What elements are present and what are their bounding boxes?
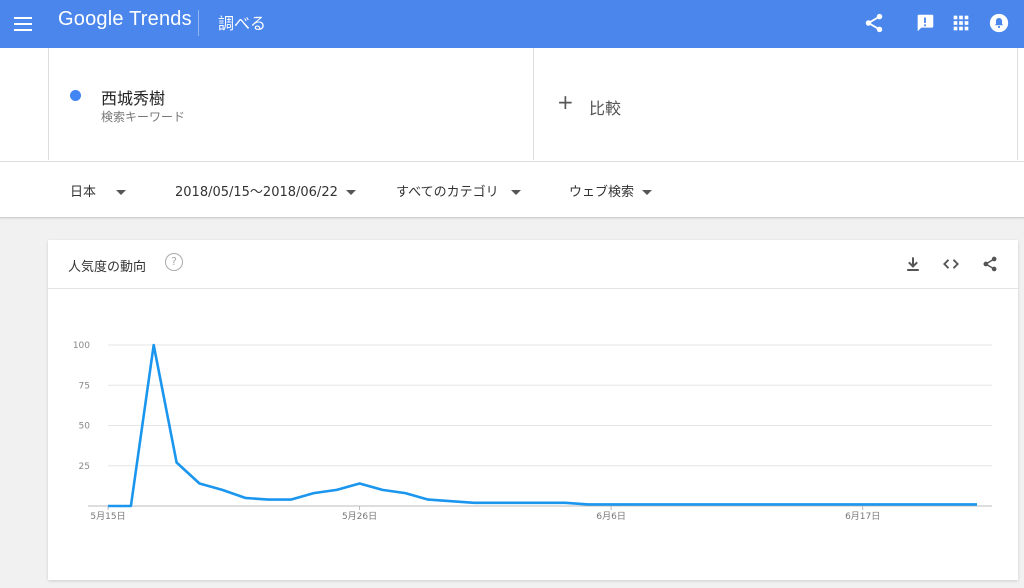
app-bar: Google Trends 調べる [0, 0, 1024, 48]
filter-bar: 日本 2018/05/15〜2018/06/22 すべてのカテゴリ ウェブ検索 [0, 162, 1024, 218]
apps-icon[interactable] [950, 12, 972, 34]
term-color-dot [70, 90, 81, 101]
line-chart: 25 50 75 100 5月15日 5月26日 6月6日 6月17日 [73, 341, 992, 522]
embed-icon[interactable] [941, 254, 961, 274]
share-icon[interactable] [863, 12, 885, 34]
download-icon[interactable] [903, 254, 923, 274]
x-tick-label: 6月17日 [845, 511, 880, 522]
chevron-down-icon [642, 190, 653, 195]
search-type-dropdown[interactable]: ウェブ検索 [569, 181, 653, 200]
search-term-name: 西城秀樹 [101, 89, 166, 108]
chevron-down-icon [345, 190, 356, 195]
compare-label: 比較 [589, 99, 622, 118]
page-title: 調べる [218, 14, 267, 33]
category-dropdown[interactable]: すべてのカテゴリ [396, 181, 521, 200]
search-term-card[interactable]: 西城秀樹 検索キーワード [48, 48, 534, 160]
category-label: すべてのカテゴリ [396, 185, 499, 200]
y-tick-label: 50 [79, 422, 91, 432]
y-tick-label: 25 [79, 462, 90, 472]
region-label: 日本 [70, 185, 97, 200]
chevron-down-icon [116, 190, 127, 195]
help-icon[interactable]: ? [165, 253, 183, 271]
interest-over-time-card: 人気度の動向 ? 25 50 75 100 5月15日 5月26日 6月6日 6月17日 [48, 240, 1018, 580]
menu-icon[interactable] [14, 14, 32, 34]
interest-chart: 25 50 75 100 5月15日 5月26日 6月6日 6月17日 [48, 289, 1018, 579]
x-tick-label: 5月26日 [342, 511, 377, 522]
card-header: 人気度の動向 ? [48, 240, 1018, 289]
search-type-label: ウェブ検索 [569, 185, 635, 200]
x-tick-label: 5月15日 [90, 511, 125, 522]
header-divider [198, 10, 199, 36]
card-title: 人気度の動向 [68, 260, 147, 275]
compare-button[interactable]: + 比較 [533, 48, 1018, 160]
plus-icon: + [557, 90, 574, 114]
google-trends-logo[interactable]: Google Trends [58, 8, 192, 31]
date-range-label: 2018/05/15〜2018/06/22 [175, 185, 338, 200]
region-dropdown[interactable]: 日本 [70, 181, 127, 200]
x-tick-label: 6月6日 [596, 511, 625, 522]
y-tick-label: 75 [79, 381, 90, 391]
search-term-bar: 西城秀樹 検索キーワード + 比較 [0, 48, 1024, 162]
search-term-type: 検索キーワード [101, 110, 186, 124]
chevron-down-icon [510, 190, 521, 195]
notifications-icon[interactable] [988, 12, 1010, 34]
date-range-dropdown[interactable]: 2018/05/15〜2018/06/22 [175, 181, 356, 200]
feedback-icon[interactable] [914, 12, 936, 34]
share-icon[interactable] [980, 254, 1000, 274]
y-tick-label: 100 [73, 341, 90, 351]
